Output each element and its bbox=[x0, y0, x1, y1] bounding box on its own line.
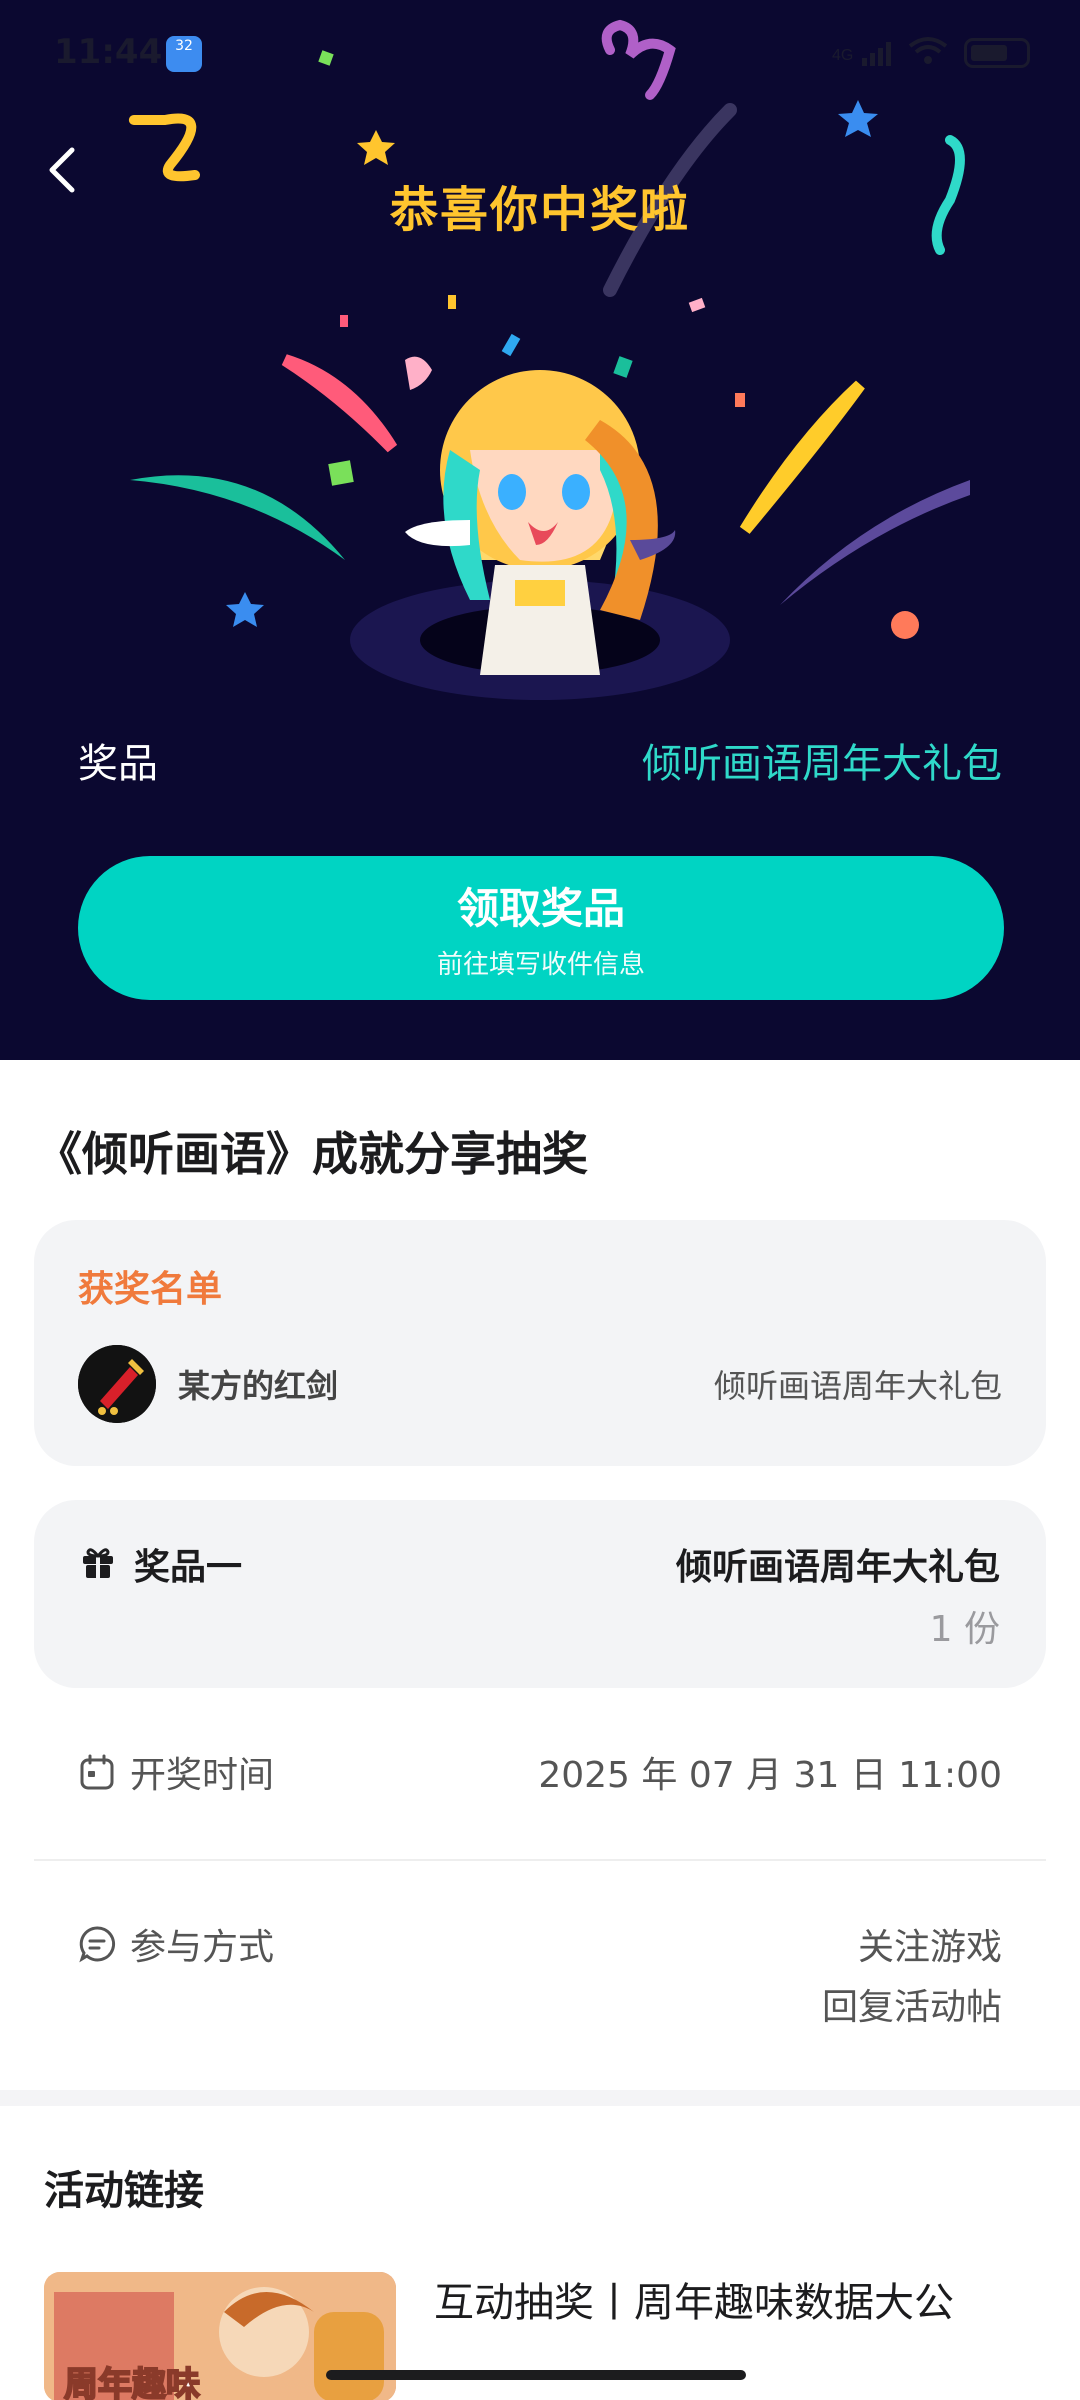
prize-label: 奖品 bbox=[78, 741, 158, 787]
draw-time-value: 2025 年 07 月 31 日 11:00 bbox=[538, 1755, 1002, 1796]
winner-prize: 倾听画语周年大礼包 bbox=[713, 1367, 1002, 1405]
prize-card: 奖品一 倾听画语周年大礼包 1 份 bbox=[34, 1500, 1046, 1688]
participation-row: 参与方式 关注游戏 回复活动帖 bbox=[78, 1918, 1002, 2038]
prize-one-label: 奖品一 bbox=[134, 1547, 243, 1588]
method-follow-game: 关注游戏 bbox=[857, 1927, 1002, 1968]
winners-title: 获奖名单 bbox=[78, 1269, 223, 1310]
winner-name: 某方的红剑 bbox=[178, 1367, 339, 1405]
participation-label: 参与方式 bbox=[130, 1927, 275, 1968]
prize-count: 1 份 bbox=[929, 1609, 1000, 1650]
claim-button-label: 领取奖品 bbox=[456, 884, 625, 933]
hero-title: 恭喜你中奖啦 bbox=[389, 182, 690, 238]
prize-one-value: 倾听画语周年大礼包 bbox=[675, 1547, 1000, 1588]
claim-prize-button[interactable]: 领取奖品 前往填写收件信息 bbox=[78, 856, 1004, 1000]
hero-banner: 11:44 32 4G 恭喜你中奖啦 奖品 倾听画语周年大礼包 领取奖品 前往填… bbox=[0, 0, 1080, 1060]
confetti-decoration bbox=[129, 19, 970, 700]
claim-button-sublabel: 前往填写收件信息 bbox=[436, 950, 645, 980]
home-indicator[interactable] bbox=[326, 2370, 746, 2380]
method-reply-post: 回复活动帖 bbox=[821, 1987, 1002, 2028]
links-title: 活动链接 bbox=[44, 2168, 204, 2214]
avatar[interactable] bbox=[78, 1345, 156, 1423]
link-thumbnail: 周年趣味 bbox=[44, 2272, 396, 2400]
gift-icon bbox=[83, 1548, 113, 1578]
draw-time-row: 开奖时间 2025 年 07 月 31 日 11:00 bbox=[78, 1746, 1002, 1806]
winner-row[interactable]: 某方的红剑 倾听画语周年大礼包 bbox=[78, 1344, 1002, 1424]
chat-bubble-icon bbox=[79, 1926, 116, 1963]
draw-time-label: 开奖时间 bbox=[130, 1755, 275, 1796]
divider bbox=[34, 1859, 1046, 1861]
calendar-icon bbox=[80, 1754, 114, 1790]
thumbnail-image: 周年趣味 bbox=[44, 2272, 396, 2400]
red-sword-icon bbox=[78, 1345, 156, 1423]
link-title: 互动抽奖丨周年趣味数据大公 bbox=[434, 2280, 954, 2326]
winners-card: 获奖名单 某方的红剑 倾听画语周年大礼包 bbox=[34, 1220, 1046, 1466]
hero-prize-row: 奖品 倾听画语周年大礼包 bbox=[78, 730, 1002, 790]
activity-link-item[interactable]: 周年趣味 互动抽奖丨周年趣味数据大公 bbox=[44, 2272, 1050, 2400]
activity-title: 《倾听画语》成就分享抽奖 bbox=[36, 1127, 588, 1181]
section-separator bbox=[0, 2090, 1080, 2106]
prize-value: 倾听画语周年大礼包 bbox=[642, 741, 1002, 787]
svg-text:周年趣味: 周年趣味 bbox=[64, 2365, 200, 2400]
participation-methods: 关注游戏 回复活动帖 bbox=[822, 1918, 1002, 2038]
